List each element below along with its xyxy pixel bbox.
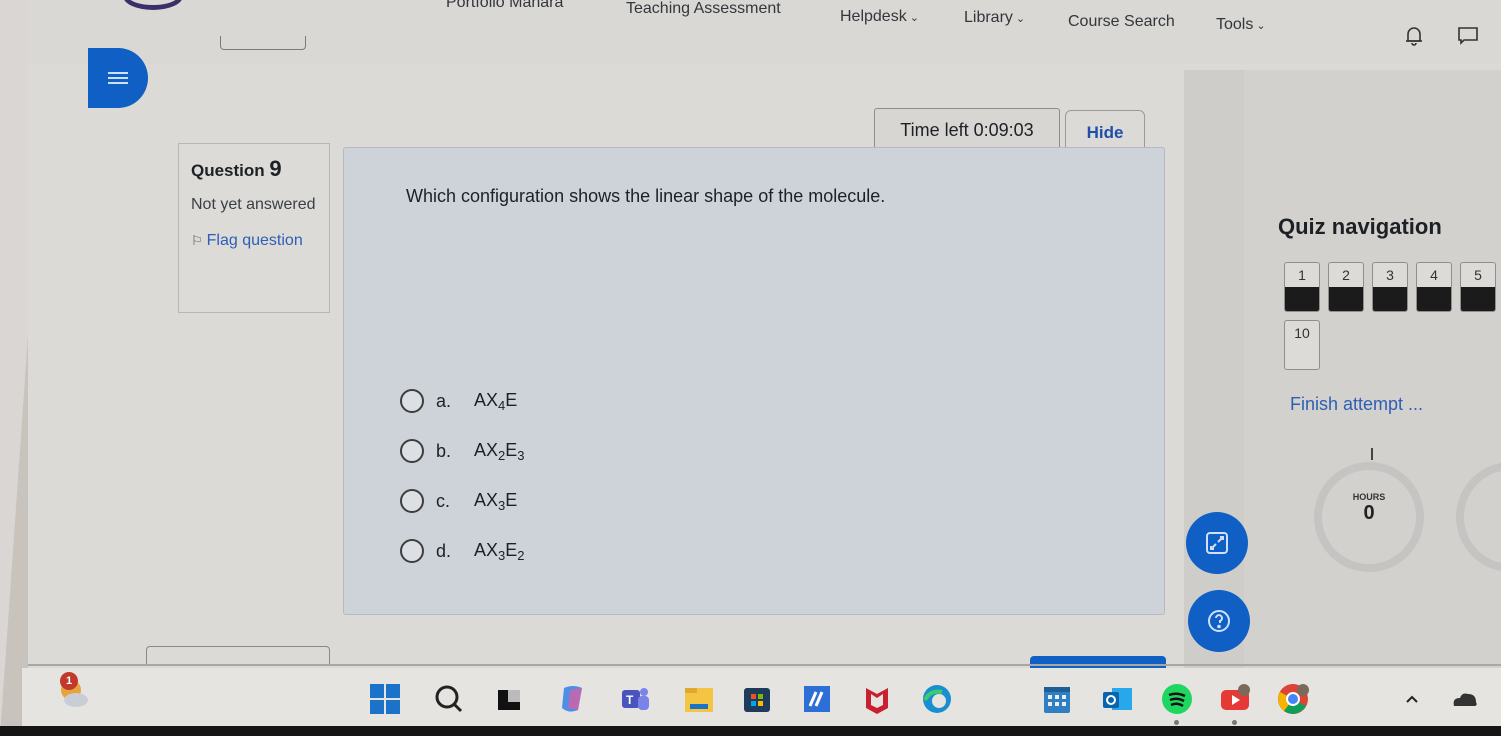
question-number-label: 4 bbox=[1430, 267, 1438, 283]
app-m-icon[interactable] bbox=[800, 682, 834, 716]
task-view-icon[interactable] bbox=[492, 682, 526, 716]
answer-letter: a. bbox=[436, 390, 452, 411]
question-content: Which configuration shows the linear sha… bbox=[343, 147, 1165, 615]
answered-indicator bbox=[1329, 287, 1363, 311]
answer-formula: AX3E bbox=[474, 489, 518, 513]
quiz-nav-question-button[interactable]: 1 bbox=[1284, 262, 1320, 312]
chrome-icon[interactable] bbox=[1276, 682, 1310, 716]
windows-taskbar: T bbox=[22, 668, 1501, 726]
mcafee-icon[interactable] bbox=[860, 682, 894, 716]
chevron-up-icon[interactable] bbox=[1402, 682, 1422, 716]
answer-letter: b. bbox=[436, 440, 452, 461]
minutes-label: MIN bbox=[1464, 492, 1501, 502]
chevron-down-icon: ⌄ bbox=[1256, 20, 1266, 32]
answer-letter: c. bbox=[436, 490, 451, 511]
nav-tools[interactable]: Tools ⌄ bbox=[1216, 16, 1266, 34]
nav-portfolio[interactable]: Portfolio Manara bbox=[446, 0, 563, 12]
hours-label: HOURS bbox=[1352, 492, 1386, 502]
running-indicator bbox=[1232, 720, 1237, 725]
answer-option[interactable]: b. AX2E3 bbox=[400, 426, 525, 476]
chat-icon[interactable] bbox=[1456, 24, 1480, 48]
question-number-label: 10 bbox=[1294, 325, 1310, 341]
nav-helpdesk[interactable]: Helpdesk ⌄ bbox=[840, 8, 919, 26]
outlook-icon[interactable] bbox=[1100, 682, 1134, 716]
browser-viewport: Portfolio Manara Teaching Assessment Hel… bbox=[28, 0, 1501, 725]
answer-letter: d. bbox=[436, 540, 452, 561]
calendar-icon[interactable] bbox=[1040, 682, 1074, 716]
answered-indicator bbox=[1285, 287, 1319, 311]
answer-formula: AX3E2 bbox=[474, 539, 525, 563]
flag-question-link[interactable]: ⚐ Flag question bbox=[191, 228, 317, 254]
course-index-toggle[interactable] bbox=[88, 48, 148, 108]
list-icon bbox=[108, 69, 128, 87]
flag-icon: ⚐ bbox=[191, 233, 203, 248]
search-icon[interactable] bbox=[432, 682, 466, 716]
finish-attempt-link[interactable]: Finish attempt ... bbox=[1290, 394, 1423, 415]
question-number-label: 5 bbox=[1474, 267, 1482, 283]
right-drawer bbox=[1244, 70, 1501, 670]
onedrive-icon[interactable] bbox=[1448, 682, 1482, 716]
radio-button[interactable] bbox=[400, 489, 424, 513]
help-icon bbox=[1208, 610, 1230, 632]
question-info: Question 9 Not yet answered ⚐ Flag questi… bbox=[178, 143, 330, 313]
fullscreen-button[interactable] bbox=[1186, 512, 1248, 574]
youtube-icon[interactable] bbox=[1218, 682, 1252, 716]
edge-icon[interactable] bbox=[920, 682, 954, 716]
monitor-bottom-edge bbox=[0, 726, 1501, 736]
expand-icon bbox=[1206, 532, 1228, 554]
help-button[interactable] bbox=[1188, 590, 1250, 652]
quiz-nav-question-button[interactable]: 3 bbox=[1372, 262, 1408, 312]
answer-option[interactable]: d. AX3E2 bbox=[400, 526, 525, 576]
answered-indicator bbox=[1373, 287, 1407, 311]
hours-countdown: HOURS 0 bbox=[1314, 462, 1424, 572]
question-state: Not yet answered bbox=[191, 196, 316, 213]
nav-library[interactable]: Library ⌄ bbox=[964, 9, 1025, 27]
quiz-navigation-title: Quiz navigation bbox=[1278, 214, 1442, 239]
question-number-label: 1 bbox=[1298, 267, 1306, 283]
question-text: Which configuration shows the linear sha… bbox=[406, 186, 886, 206]
answered-indicator bbox=[1417, 287, 1451, 311]
copilot-icon[interactable] bbox=[556, 682, 590, 716]
answered-indicator bbox=[1461, 287, 1495, 311]
windows-start-icon[interactable] bbox=[368, 682, 402, 716]
time-left: Time left 0:09:03 bbox=[874, 108, 1060, 152]
teams-icon[interactable]: T bbox=[618, 682, 652, 716]
radio-button[interactable] bbox=[400, 389, 424, 413]
answer-formula: AX4E bbox=[474, 389, 518, 413]
notification-badge: 1 bbox=[60, 672, 78, 690]
answer-option[interactable]: a. AX4E bbox=[400, 376, 525, 426]
drawer-divider bbox=[1184, 70, 1244, 670]
running-indicator bbox=[1174, 720, 1179, 725]
quiz-nav-question-button[interactable]: 10 bbox=[1284, 320, 1320, 370]
answer-option[interactable]: c. AX3E bbox=[400, 476, 525, 526]
quiz-nav-question-button[interactable]: 2 bbox=[1328, 262, 1364, 312]
ring-tick bbox=[1371, 448, 1373, 460]
chevron-down-icon: ⌄ bbox=[1015, 13, 1026, 25]
hours-value: 0 bbox=[1363, 502, 1375, 524]
quiz-nav-question-button[interactable]: 4 bbox=[1416, 262, 1452, 312]
answer-list: a. AX4E b. AX2E3 c. AX3E d. AX3E2 bbox=[400, 376, 525, 576]
spotify-icon[interactable] bbox=[1160, 682, 1194, 716]
minutes-value: 9 bbox=[1464, 502, 1501, 525]
svg-text:T: T bbox=[626, 693, 634, 707]
nav-teaching-assessment[interactable]: Teaching Assessment bbox=[626, 0, 781, 18]
header-search-box[interactable] bbox=[220, 36, 306, 50]
chevron-down-icon: ⌄ bbox=[909, 12, 919, 24]
radio-button[interactable] bbox=[400, 439, 424, 463]
question-number-label: 2 bbox=[1342, 267, 1350, 283]
university-logo[interactable] bbox=[123, 0, 183, 10]
question-number-label: 3 bbox=[1386, 267, 1394, 283]
bell-icon[interactable] bbox=[1402, 24, 1426, 48]
answer-formula: AX2E3 bbox=[474, 439, 525, 463]
footer-tab[interactable] bbox=[146, 646, 330, 664]
screen-edge bbox=[28, 664, 1501, 666]
top-navigation: Portfolio Manara Teaching Assessment Hel… bbox=[28, 0, 1501, 64]
nav-course-search[interactable]: Course Search bbox=[1068, 13, 1175, 31]
radio-button[interactable] bbox=[400, 539, 424, 563]
file-explorer-icon[interactable] bbox=[682, 682, 716, 716]
microsoft-store-icon[interactable] bbox=[740, 682, 774, 716]
question-number: Question 9 bbox=[191, 156, 282, 181]
quiz-nav-question-button[interactable]: 5 bbox=[1460, 262, 1496, 312]
